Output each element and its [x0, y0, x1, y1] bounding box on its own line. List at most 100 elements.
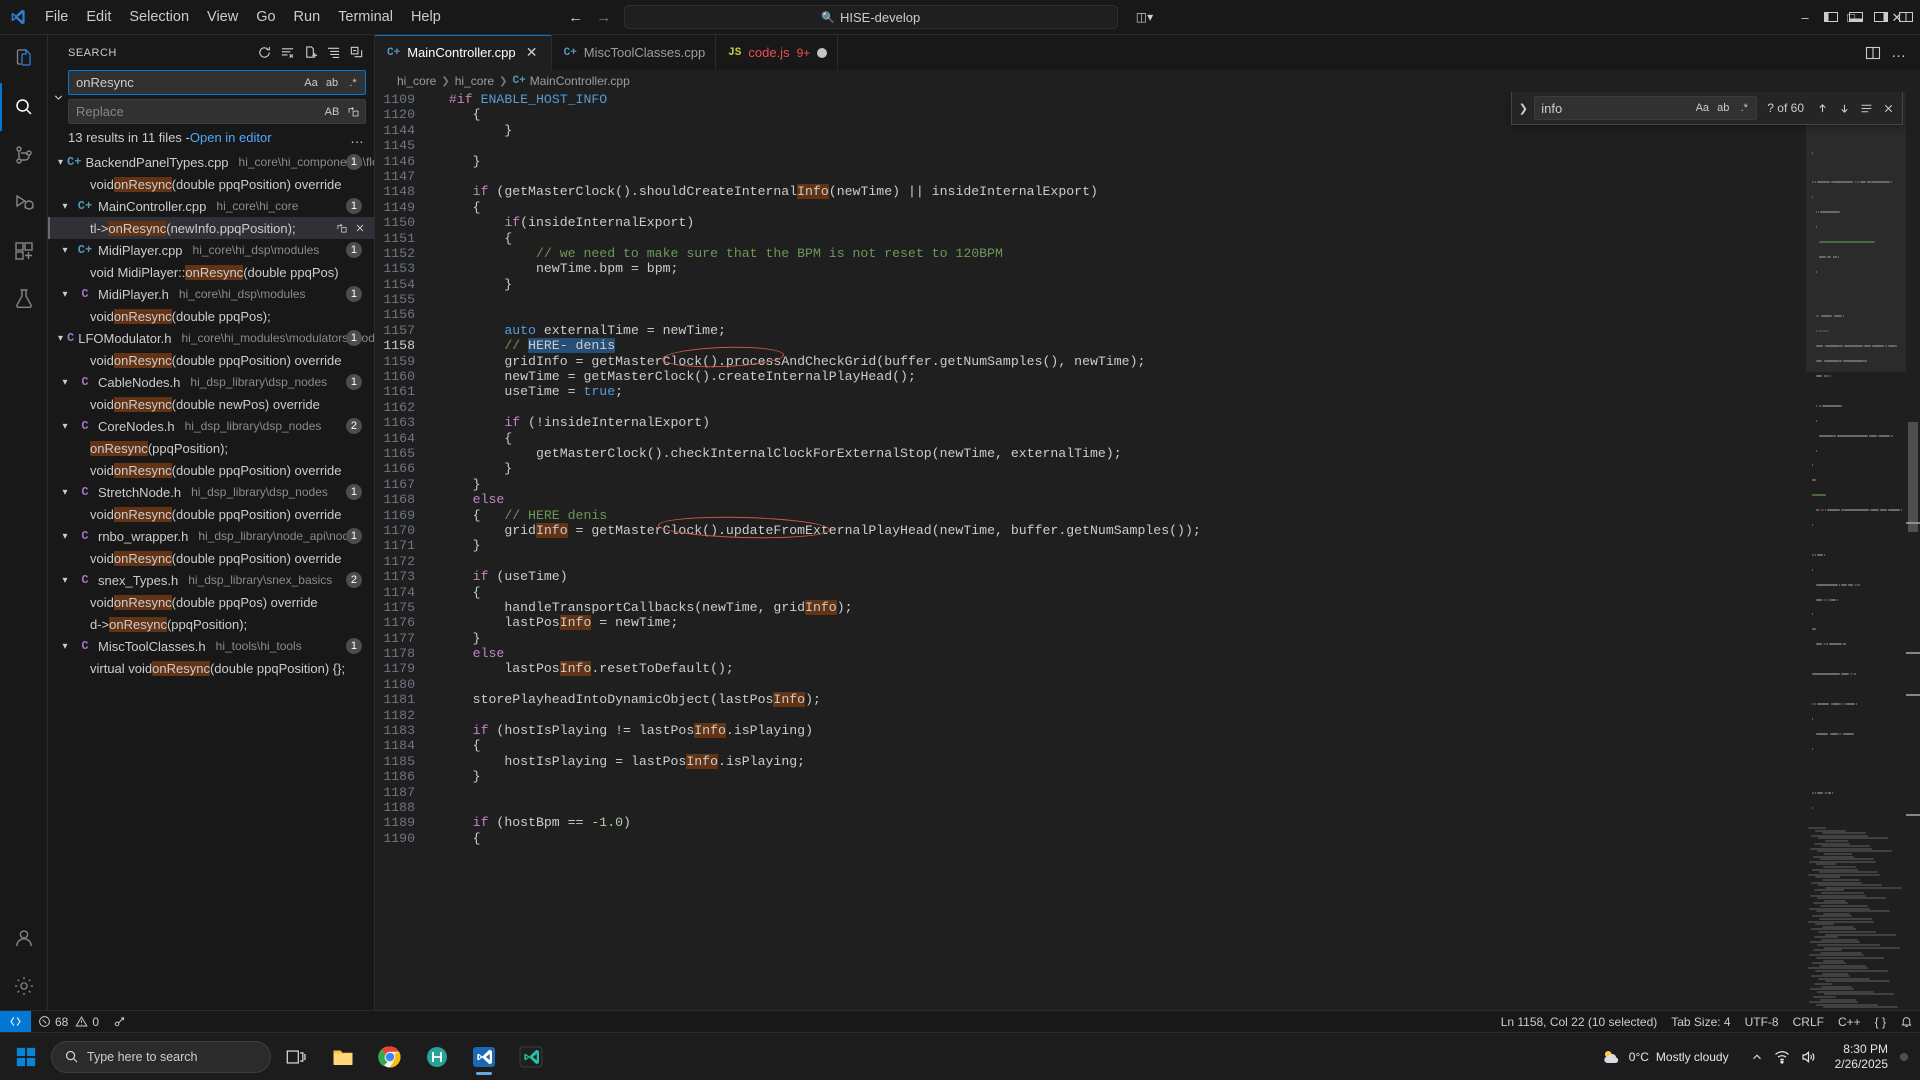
replace-all-icon[interactable] — [343, 102, 363, 122]
eol-status[interactable]: CRLF — [1786, 1011, 1831, 1033]
code-line[interactable]: 1144 } — [375, 123, 1806, 138]
result-file-row[interactable]: ▾ C MidiPlayer.h hi_core\hi_dsp\modules 1 — [48, 283, 374, 305]
code-line[interactable]: 1190 { — [375, 831, 1806, 846]
code-line[interactable]: 1155 — [375, 292, 1806, 307]
result-match-row[interactable]: tl-> onResync (newInfo.ppqPosition); — [48, 217, 374, 239]
more-actions-icon[interactable]: … — [1891, 45, 1906, 60]
menu-file[interactable]: File — [36, 6, 77, 28]
scrollbar-thumb[interactable] — [1908, 422, 1918, 532]
code-line[interactable]: 1167 } — [375, 477, 1806, 492]
code-line[interactable]: 1166 } — [375, 461, 1806, 476]
breadcrumb-item-1[interactable]: hi_core — [455, 74, 494, 88]
brackets-status[interactable]: { } — [1868, 1011, 1893, 1033]
result-match-row[interactable]: onResync (ppqPosition); — [48, 437, 374, 459]
code-line[interactable]: 1182 — [375, 708, 1806, 723]
notification-icon[interactable] — [1900, 1052, 1908, 1061]
search-results-tree[interactable]: ▾ C+ BackendPanelTypes.cpp hi_core\hi_compo… — [48, 151, 374, 1010]
code-line[interactable]: 1149 { — [375, 200, 1806, 215]
result-match-row[interactable]: void onResync (double ppqPosition) overri… — [48, 503, 374, 525]
code-line[interactable]: 1185 hostIsPlaying = lastPosInfo.isPlayi… — [375, 753, 1806, 769]
code-line[interactable]: 1165 getMasterClock().checkInternalClock… — [375, 446, 1806, 461]
chevron-down-icon[interactable]: ▾ — [58, 157, 63, 168]
result-file-row[interactable]: ▾ C StretchNode.h hi_dsp_library\dsp_nodes 1 — [48, 481, 374, 503]
code-line[interactable]: 1184 { — [375, 738, 1806, 753]
code-line[interactable]: 1171 } — [375, 538, 1806, 553]
chevron-down-icon[interactable]: ▾ — [58, 377, 72, 388]
command-center[interactable]: 🔍 HISE-develop — [623, 5, 1118, 29]
taskbar-search-box[interactable]: Type here to search — [51, 1040, 271, 1073]
code-line[interactable]: 1169 { // HERE denis — [375, 508, 1806, 523]
code-line[interactable]: 1161 useTime = true; — [375, 384, 1806, 399]
match-case-icon[interactable]: Aa — [1692, 98, 1712, 118]
chevron-down-icon[interactable]: ▾ — [58, 641, 72, 652]
code-line[interactable]: 1146 } — [375, 154, 1806, 169]
editor-tab[interactable]: C+ MiscToolClasses.cpp — [551, 35, 717, 70]
new-search-editor-icon[interactable] — [300, 43, 320, 63]
search-input[interactable]: onResync Aa ab .* — [68, 70, 366, 95]
code-line[interactable]: 1170 gridInfo = getMasterClock().updateF… — [375, 522, 1806, 538]
code-line[interactable]: 1175 handleTransportCallbacks(newTime, g… — [375, 599, 1806, 615]
result-match-row[interactable]: void onResync (double ppqPosition) overri… — [48, 173, 374, 195]
code-line[interactable]: 1151 { — [375, 231, 1806, 246]
minimize-button[interactable]: – — [1782, 0, 1828, 35]
menu-terminal[interactable]: Terminal — [329, 6, 402, 28]
code-line[interactable]: 1187 — [375, 785, 1806, 800]
menu-edit[interactable]: Edit — [77, 6, 120, 28]
split-editor-icon[interactable] — [1865, 45, 1881, 61]
find-in-selection-icon[interactable] — [1856, 98, 1876, 118]
activity-item-settings[interactable] — [0, 962, 48, 1010]
result-file-row[interactable]: ▾ C CableNodes.h hi_dsp_library\dsp_nodes 1 — [48, 371, 374, 393]
result-file-row[interactable]: ▾ C LFOModulator.h hi_core\hi_modules\modul… — [48, 327, 374, 349]
code-line[interactable]: 1174 { — [375, 585, 1806, 600]
code-line[interactable]: 1152 // we need to make sure that the BP… — [375, 246, 1806, 261]
breadcrumb-item-2[interactable]: C+ MainController.cpp — [513, 74, 630, 88]
weather-widget[interactable]: 0°C Mostly cloudy — [1592, 1042, 1737, 1072]
clear-results-icon[interactable] — [277, 43, 297, 63]
code-line[interactable]: 1157 auto externalTime = newTime; — [375, 323, 1806, 338]
code-line[interactable]: 1188 — [375, 800, 1806, 815]
tab-close-icon[interactable]: ✕ — [523, 44, 541, 62]
refresh-icon[interactable] — [254, 43, 274, 63]
chevron-down-icon[interactable]: ▾ — [58, 245, 72, 256]
open-in-editor-link[interactable]: Open in editor — [190, 130, 272, 145]
code-line[interactable]: 1162 — [375, 400, 1806, 415]
result-match-row[interactable]: void onResync (double ppqPosition) overri… — [48, 349, 374, 371]
use-regex-icon[interactable]: .* — [343, 73, 363, 93]
activity-item-run-and-debug[interactable] — [0, 179, 48, 227]
chevron-down-icon[interactable]: ▾ — [58, 575, 72, 586]
menu-help[interactable]: Help — [402, 6, 450, 28]
file-explorer-icon[interactable] — [321, 1037, 365, 1077]
match-whole-word-icon[interactable]: ab — [1713, 98, 1733, 118]
activity-item-search[interactable] — [0, 83, 48, 131]
problems-status[interactable]: 68 0 — [31, 1011, 106, 1033]
vscode-icon[interactable] — [462, 1037, 506, 1077]
encoding-status[interactable]: UTF-8 — [1738, 1011, 1786, 1033]
code-line[interactable]: 1148 if (getMasterClock().shouldCreateIn… — [375, 184, 1806, 200]
chevron-down-icon[interactable]: ▾ — [58, 487, 72, 498]
match-case-icon[interactable]: Aa — [301, 73, 321, 93]
code-line[interactable]: 1158 // HERE- denis — [375, 338, 1806, 354]
language-mode-status[interactable]: C++ — [1831, 1011, 1868, 1033]
volume-icon[interactable] — [1800, 1049, 1816, 1065]
result-match-row[interactable]: void MidiPlayer:: onResync (double ppqPos) — [48, 261, 374, 283]
close-button[interactable]: ✕ — [1874, 0, 1920, 35]
windows-start-icon[interactable] — [4, 1037, 48, 1077]
code-line[interactable]: 1180 — [375, 677, 1806, 692]
code-line[interactable]: 1181 storePlayheadIntoDynamicObject(last… — [375, 692, 1806, 708]
view-as-tree-icon[interactable] — [323, 43, 343, 63]
result-file-row[interactable]: ▾ C+ MidiPlayer.cpp hi_core\hi_dsp\modules 1 — [48, 239, 374, 261]
result-file-row[interactable]: ▾ Crnbo_wrapper.h hi_dsp_library\node_api\… — [48, 525, 374, 547]
more-actions-icon[interactable]: … — [350, 130, 364, 146]
minimap[interactable] — [1806, 92, 1906, 1010]
collapse-all-icon[interactable] — [346, 43, 366, 63]
code-line[interactable]: 1177 } — [375, 631, 1806, 646]
forward-arrow-icon[interactable]: → — [596, 9, 612, 26]
code-line[interactable]: 1153 newTime.bpm = bpm; — [375, 261, 1806, 276]
result-match-row[interactable]: void onResync (double ppqPos); — [48, 305, 374, 327]
activity-item-accounts[interactable] — [0, 914, 48, 962]
chevron-up-icon[interactable] — [1750, 1050, 1764, 1064]
next-match-icon[interactable] — [1834, 98, 1854, 118]
replace-input[interactable]: Replace AB — [68, 99, 366, 124]
indentation-status[interactable]: Tab Size: 4 — [1664, 1011, 1737, 1033]
chevron-down-icon[interactable]: ▾ — [58, 421, 72, 432]
